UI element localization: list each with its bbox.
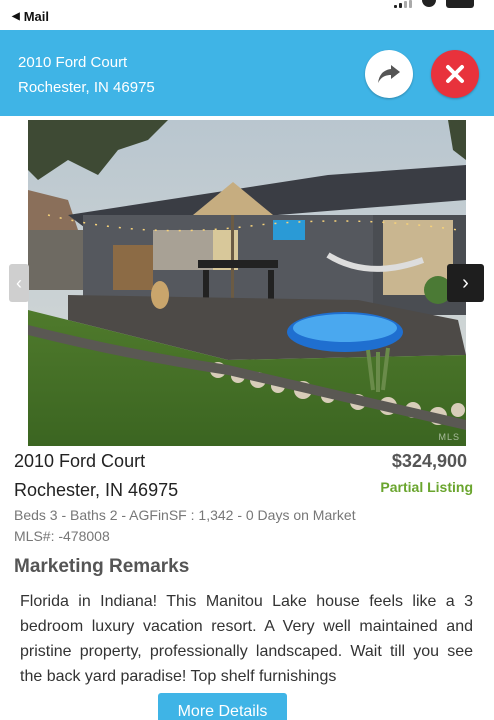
status-icons <box>394 0 474 8</box>
back-app-label: Mail <box>23 9 49 24</box>
next-photo-button[interactable]: › <box>447 264 484 302</box>
status-bar: ◀ Mail <box>0 0 494 30</box>
share-button[interactable] <box>365 50 413 98</box>
listing-street: 2010 Ford Court <box>14 451 146 471</box>
listing-details: Beds 3 - Baths 2 - AGFinSF : 1,342 - 0 D… <box>14 507 356 523</box>
listing-photo[interactable]: MLS <box>28 120 466 446</box>
marketing-remarks-heading: Marketing Remarks <box>14 556 190 577</box>
header-address-line2: Rochester, IN 46975 <box>18 79 155 96</box>
battery-icon <box>446 0 474 8</box>
chevron-right-icon: › <box>462 271 469 294</box>
photo-watermark: MLS <box>438 432 460 442</box>
share-arrow-icon <box>378 65 400 83</box>
listing-status-badge: Partial Listing <box>380 479 473 495</box>
listing-price: $324,900 <box>391 451 467 471</box>
back-to-mail-link[interactable]: ◀ Mail <box>12 9 49 24</box>
close-x-icon <box>446 65 464 83</box>
previous-photo-button[interactable]: ‹ <box>9 264 29 302</box>
chevron-left-icon: ‹ <box>16 272 22 293</box>
back-triangle-icon: ◀ <box>12 11 20 22</box>
wifi-icon <box>422 0 436 7</box>
listing-header: 2010 Ford Court Rochester, IN 46975 <box>0 30 494 116</box>
cellular-signal-icon <box>394 0 412 8</box>
listing-mls-number: MLS#: -478008 <box>14 528 110 544</box>
close-button[interactable] <box>431 50 479 98</box>
header-address-line1: 2010 Ford Court <box>18 54 128 71</box>
backyard-photo-image <box>28 120 466 446</box>
listing-city-state-zip: Rochester, IN 46975 <box>14 480 179 500</box>
marketing-remarks-text: Florida in Indiana! This Manitou Lake ho… <box>20 593 473 685</box>
more-details-button[interactable]: More Details <box>158 693 287 720</box>
